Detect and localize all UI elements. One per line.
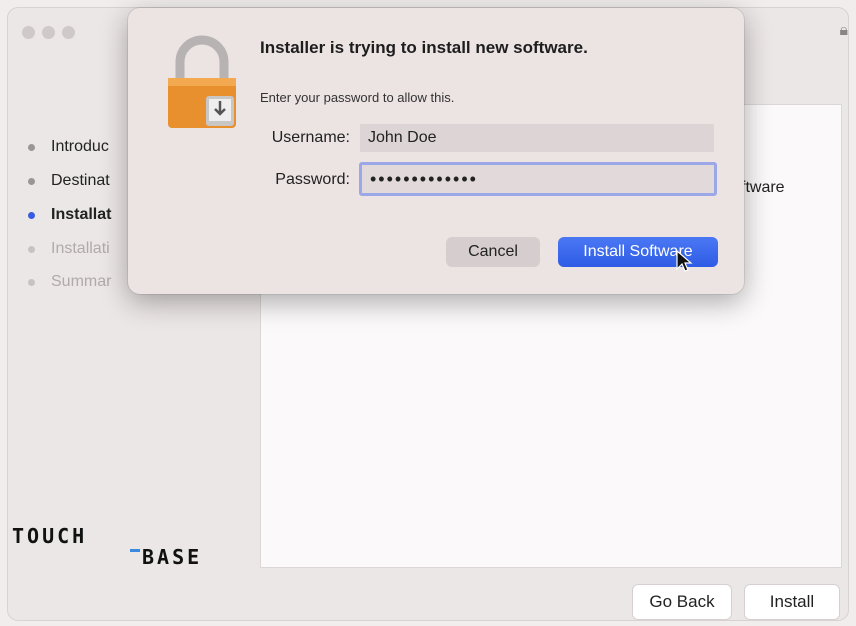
password-field[interactable]: ••••••••••••• [359,162,717,196]
dialog-subtitle: Enter your password to allow this. [260,90,455,105]
step-label: Destinat [51,172,110,189]
step-label: Installat [51,206,112,223]
lock-icon: 🔒︎ [839,22,848,39]
install-software-button[interactable]: Install Software [558,237,718,267]
username-field[interactable]: John Doe [360,124,714,152]
step-label: Summar [51,273,112,290]
authentication-dialog: Installer is trying to install new softw… [128,8,744,294]
mouse-pointer-icon [676,250,693,272]
step-installation: Installati [28,240,110,258]
go-back-button[interactable]: Go Back [632,584,732,620]
password-label: Password: [275,171,350,188]
logo-accent [130,549,140,552]
step-bullet [28,211,35,219]
touchbase-logo: TOUCH BASE [12,524,202,567]
logo-bottom-text: BASE [142,545,202,567]
step-bullet [28,245,35,253]
step-label: Installati [51,240,110,257]
zoom-window-button[interactable] [62,26,75,39]
dialog-title: Installer is trying to install new softw… [260,38,588,57]
step-bullet [28,143,35,151]
step-summary: Summar [28,273,111,291]
step-introduction: Introduc [28,138,109,156]
padlock-icon [168,35,236,128]
step-destination: Destinat [28,172,110,190]
content-text: ftware [741,179,785,196]
username-label: Username: [271,129,350,146]
step-installation-type: Installat [28,206,111,224]
cancel-button[interactable]: Cancel [446,237,540,267]
close-window-button[interactable] [22,26,35,39]
step-bullet [28,278,35,286]
logo-top-text: TOUCH [12,524,87,548]
step-label: Introduc [51,138,109,155]
minimize-window-button[interactable] [42,26,55,39]
install-button[interactable]: Install [744,584,840,620]
step-bullet [28,177,35,185]
